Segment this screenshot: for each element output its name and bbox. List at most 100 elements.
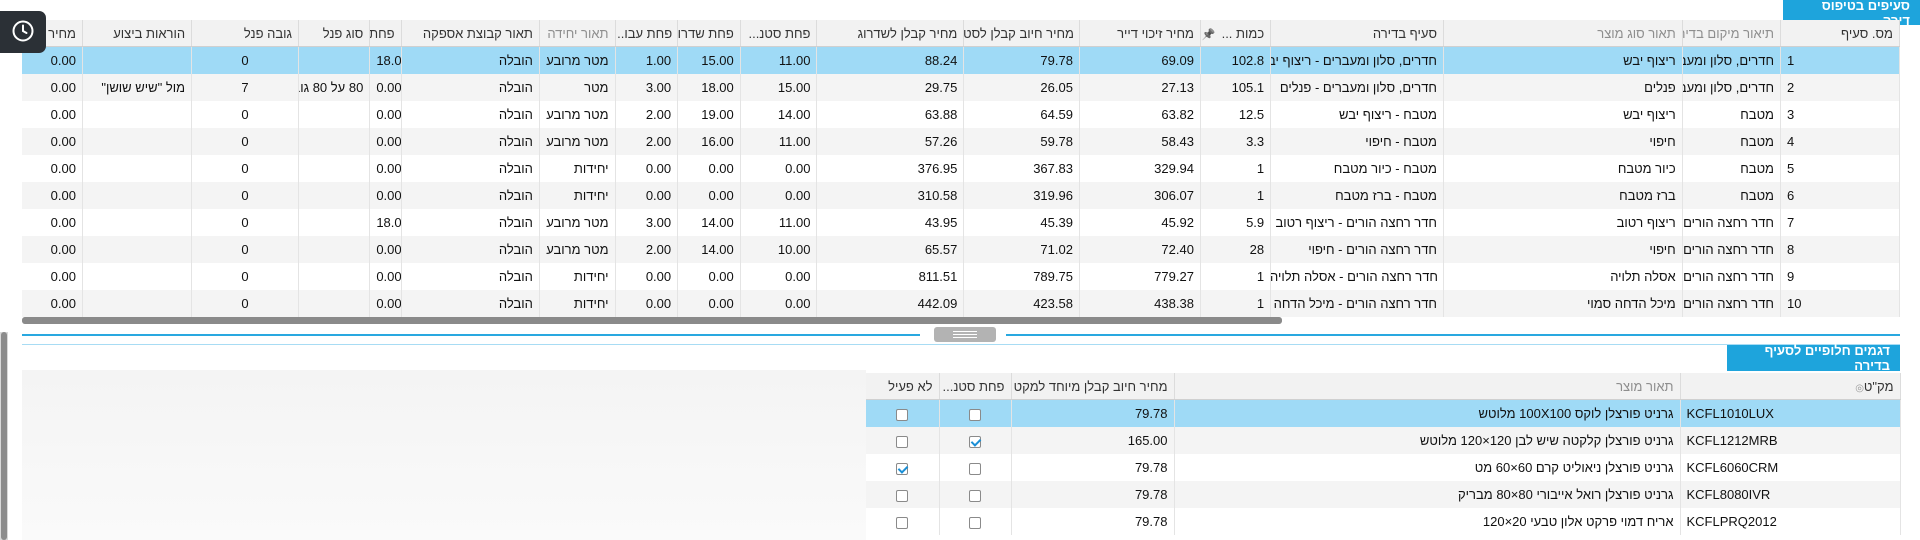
sku-cell[interactable]: KCFLPRQ2012 <box>1680 508 1901 535</box>
table-cell[interactable]: 19.00 <box>677 101 741 128</box>
table-cell[interactable]: יחידות <box>539 155 616 182</box>
table-cell[interactable]: 0.00 <box>615 182 679 209</box>
table-cell[interactable]: 14.00 <box>677 209 741 236</box>
product-description-cell[interactable]: אריח דמוי פרקט אלון טבעי 20×120 <box>1174 508 1681 535</box>
table-cell[interactable] <box>82 290 193 317</box>
inactive-cell[interactable] <box>866 481 940 508</box>
table-cell[interactable]: 3.3 <box>1200 128 1272 155</box>
sku-cell[interactable]: KCFL1010LUX <box>1680 399 1901 427</box>
table-cell[interactable]: 3.00 <box>615 209 679 236</box>
table-cell[interactable] <box>298 155 371 182</box>
standard-waste-cell[interactable] <box>939 399 1012 427</box>
column-header[interactable]: תאור יחידה <box>539 20 616 47</box>
table-cell[interactable]: 779.27 <box>1079 263 1201 290</box>
table-cell[interactable]: 0.00 <box>369 101 402 128</box>
table-cell[interactable]: מטבח <box>1682 182 1782 209</box>
table-cell[interactable]: 0.00 <box>740 263 818 290</box>
splitter-handle[interactable] <box>934 327 996 342</box>
table-cell[interactable]: מטבח <box>1682 101 1782 128</box>
table-cell[interactable]: ריצוף יבש <box>1443 46 1683 74</box>
table-cell[interactable]: מטר מרובע <box>539 128 616 155</box>
table-cell[interactable]: 63.88 <box>816 101 965 128</box>
table-cell[interactable]: 0 <box>191 236 300 263</box>
table-cell[interactable]: 1 <box>1200 263 1272 290</box>
table-cell[interactable]: 0.00 <box>677 182 741 209</box>
table-cell[interactable] <box>298 209 371 236</box>
standard-waste-checkbox[interactable] <box>969 435 981 448</box>
table-cell[interactable]: 11.00 <box>740 209 818 236</box>
product-description-cell[interactable]: גרניט פורצלן קלקטה שיש לבן 120×120 מלוטש <box>1174 427 1681 454</box>
column-header[interactable]: גובה פנל <box>191 20 300 47</box>
scrollbar-thumb[interactable] <box>22 317 1282 324</box>
price-cell[interactable]: 79.78 <box>1011 508 1175 535</box>
product-description-cell[interactable]: גרניט פורצלן רואל אייבורי 80×80 מבריק <box>1174 481 1681 508</box>
table-cell[interactable]: הובלה <box>401 155 540 182</box>
table-cell[interactable]: מטבח - ברז מטבח <box>1270 182 1444 209</box>
table-cell[interactable] <box>298 290 371 317</box>
table-cell[interactable]: הובלה <box>401 209 540 236</box>
table-cell[interactable]: מטבח - כיור מטבח <box>1270 155 1444 182</box>
table-row[interactable]: 0.00 0 0.00 הובלה מטר מרובע 2.00 16.00 11.00 57.… <box>22 128 1900 155</box>
standard-waste-cell[interactable] <box>939 481 1012 508</box>
table-row[interactable]: 165.00 גרניט פורצלן קלקטה שיש לבן 120×120… <box>866 427 1901 454</box>
inactive-cell[interactable] <box>866 454 940 481</box>
table-cell[interactable]: 0 <box>191 290 300 317</box>
table-cell[interactable]: 367.83 <box>963 155 1080 182</box>
table-cell[interactable]: חדר רחצה הורים - ריצוף רטוב <box>1270 209 1444 236</box>
table-cell[interactable]: 1 <box>1780 46 1900 74</box>
table-cell[interactable]: מטבח - חיפוי <box>1270 128 1444 155</box>
table-cell[interactable]: 18.00 <box>369 209 402 236</box>
table-cell[interactable]: 0.00 <box>22 236 83 263</box>
table-cell[interactable] <box>82 236 193 263</box>
table-cell[interactable]: 0.00 <box>22 101 83 128</box>
table-cell[interactable]: הובלה <box>401 236 540 263</box>
table-cell[interactable]: הובלה <box>401 182 540 209</box>
sku-cell[interactable]: KCFL8080IVR <box>1680 481 1901 508</box>
table-cell[interactable]: 29.75 <box>816 74 965 101</box>
table-cell[interactable] <box>298 128 371 155</box>
table-cell[interactable]: 3.00 <box>615 74 679 101</box>
table-cell[interactable]: מטר מרובע <box>539 236 616 263</box>
table-row[interactable]: 0.00 0 0.00 הובלה יחידות 0.00 0.00 0.00 811.51 78… <box>22 263 1900 290</box>
table-cell[interactable]: 18.00 <box>369 46 402 74</box>
table-cell[interactable]: 5.9 <box>1200 209 1272 236</box>
table-row[interactable]: 79.78 גרניט פורצלן רואל אייבורי 80×80 מבר… <box>866 481 1901 508</box>
table-cell[interactable] <box>82 128 193 155</box>
table-cell[interactable]: 3 <box>1780 101 1900 128</box>
table-cell[interactable]: 0 <box>191 263 300 290</box>
table-cell[interactable] <box>298 182 371 209</box>
table-cell[interactable]: 7 <box>191 74 300 101</box>
table-cell[interactable]: מטבח <box>1682 128 1782 155</box>
column-header[interactable]: תאור קבוצת אספקה <box>401 20 540 47</box>
standard-waste-checkbox[interactable] <box>969 516 981 529</box>
table-cell[interactable]: יחידות <box>539 182 616 209</box>
table-cell[interactable] <box>82 209 193 236</box>
column-header[interactable]: מס. סעיף <box>1780 20 1900 47</box>
table-cell[interactable]: ריצוף רטוב <box>1443 209 1683 236</box>
table-cell[interactable]: הובלה <box>401 290 540 317</box>
table-cell[interactable] <box>298 101 371 128</box>
table-cell[interactable]: 8 <box>1780 236 1900 263</box>
standard-waste-checkbox[interactable] <box>969 489 981 502</box>
table-cell[interactable]: 1.00 <box>615 46 679 74</box>
table-cell[interactable]: 0.00 <box>677 155 741 182</box>
table-cell[interactable]: 88.24 <box>816 46 965 74</box>
table-cell[interactable]: 102.8 <box>1200 46 1272 74</box>
table-cell[interactable]: 811.51 <box>816 263 965 290</box>
table-cell[interactable]: 0 <box>191 182 300 209</box>
column-header[interactable]: מק"ט◎ <box>1680 373 1901 400</box>
standard-waste-checkbox[interactable] <box>969 462 981 475</box>
table-cell[interactable]: 0.00 <box>369 182 402 209</box>
table-cell[interactable]: מול "שיש שושן" <box>82 74 193 101</box>
table-cell[interactable]: 10.00 <box>740 236 818 263</box>
table-cell[interactable]: 0 <box>191 128 300 155</box>
column-header[interactable]: תאור מוצר <box>1174 373 1681 400</box>
column-header[interactable]: סעיף בדירה <box>1270 20 1444 47</box>
table-cell[interactable]: 0.00 <box>369 290 402 317</box>
table-cell[interactable]: 45.92 <box>1079 209 1201 236</box>
scrollbar-thumb[interactable] <box>1 332 7 540</box>
table-cell[interactable]: 65.57 <box>816 236 965 263</box>
table-cell[interactable]: 27.13 <box>1079 74 1201 101</box>
table-cell[interactable]: מטר מרובע <box>539 101 616 128</box>
table-cell[interactable]: 306.07 <box>1079 182 1201 209</box>
